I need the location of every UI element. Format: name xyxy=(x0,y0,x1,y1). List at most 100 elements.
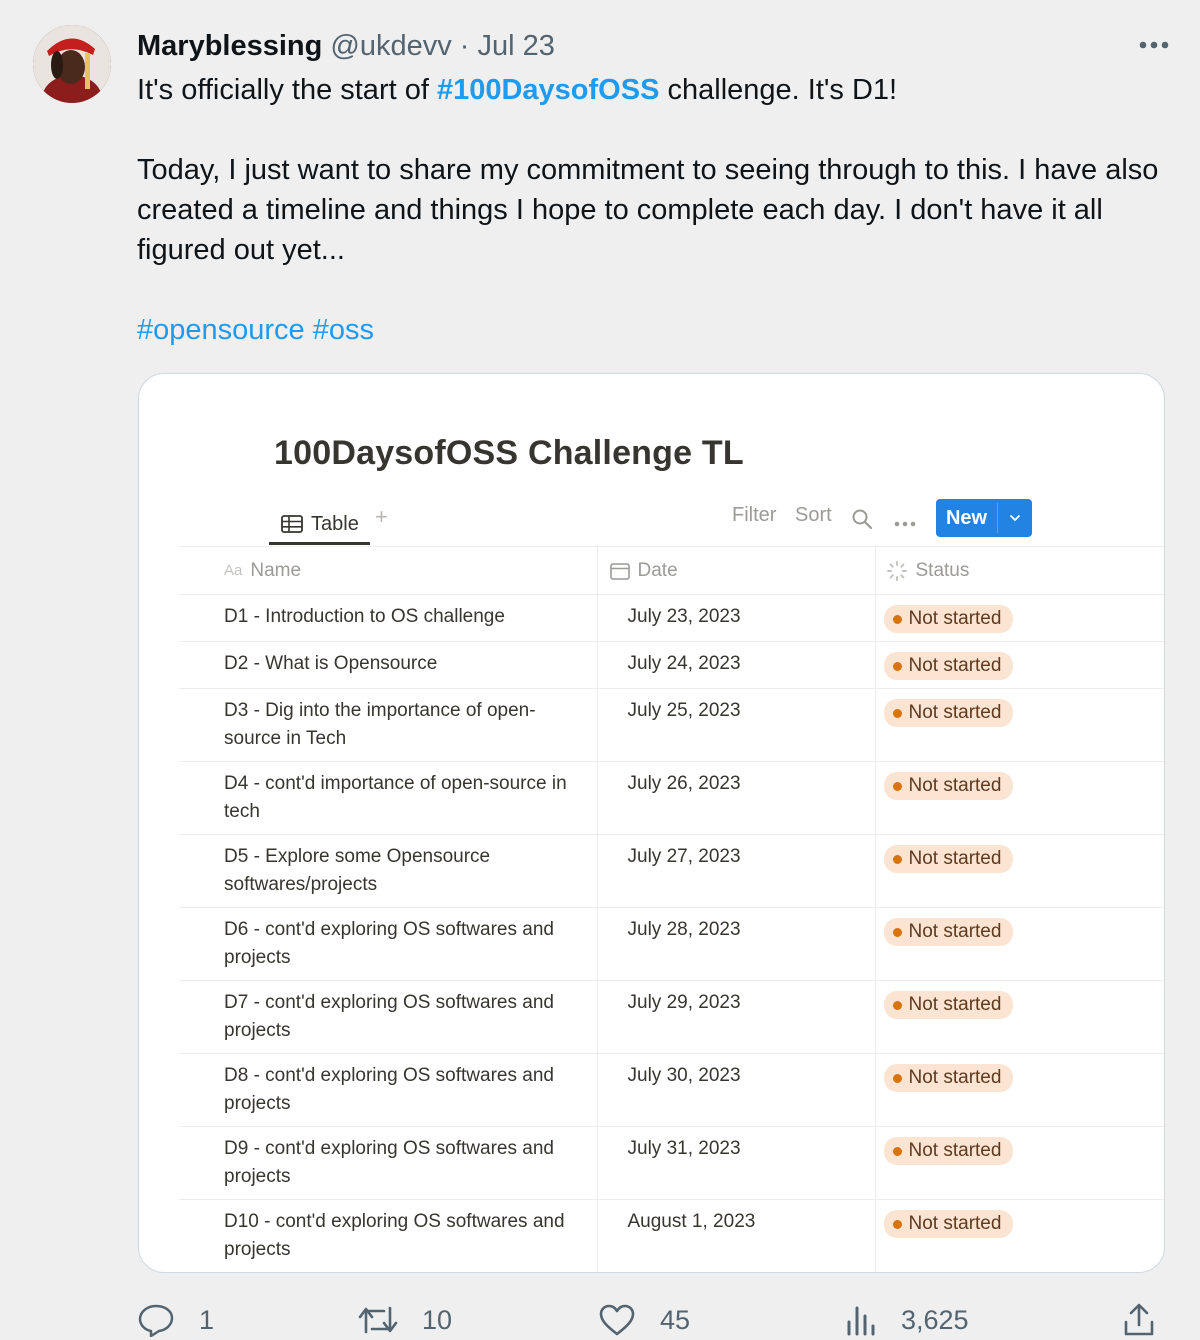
table-row[interactable]: D5 - Explore some Opensource softwares/p… xyxy=(179,834,1164,908)
hashtag-opensource[interactable]: #opensource xyxy=(137,314,305,346)
row-name[interactable]: D5 - Explore some Opensource softwares/p… xyxy=(179,834,597,908)
column-header-date[interactable]: Date xyxy=(596,546,875,595)
share-button[interactable] xyxy=(1122,1300,1156,1340)
column-header-name[interactable]: Aa Name xyxy=(179,546,597,595)
tweet-media-card[interactable]: 100DaysofOSS Challenge TL Table + Filter… xyxy=(138,373,1165,1273)
row-status[interactable]: Not started xyxy=(874,688,1164,762)
status-label: Not started xyxy=(908,1067,1002,1088)
status-dot xyxy=(892,781,902,791)
reply-icon xyxy=(138,1304,174,1337)
view-tab-label: Table xyxy=(311,512,359,535)
row-status[interactable]: Not started xyxy=(874,1053,1164,1127)
tweet-hashtags: #opensource #oss xyxy=(137,310,1177,350)
row-date[interactable]: July 25, 2023 xyxy=(596,688,875,762)
row-status[interactable]: Not started xyxy=(874,1126,1164,1200)
status-dot xyxy=(892,708,902,718)
table-header-row: Aa Name Date Status xyxy=(179,546,1164,595)
status-label: Not started xyxy=(908,655,1002,676)
status-badge: Not started xyxy=(883,772,1014,800)
row-name[interactable]: D1 - Introduction to OS challenge xyxy=(179,594,597,642)
row-name[interactable]: D9 - cont'd exploring OS softwares and p… xyxy=(179,1126,597,1200)
row-date[interactable]: July 30, 2023 xyxy=(596,1053,875,1127)
tweet-paragraph-2: Today, I just want to share my commitmen… xyxy=(137,154,1159,266)
separator: · xyxy=(459,30,470,62)
status-label: Not started xyxy=(908,608,1002,629)
views-button[interactable]: 3,625 xyxy=(845,1300,969,1340)
row-status[interactable]: Not started xyxy=(874,1199,1164,1272)
row-date[interactable]: July 24, 2023 xyxy=(596,641,875,689)
tweet-header: Maryblessing @ukdevv · Jul 23 xyxy=(137,27,555,65)
table-row[interactable]: D2 - What is Opensource July 24, 2023 No… xyxy=(179,641,1164,689)
table-row[interactable]: D9 - cont'd exploring OS softwares and p… xyxy=(179,1126,1164,1200)
retweet-count: 10 xyxy=(422,1304,453,1335)
new-button[interactable]: New xyxy=(936,499,1032,537)
status-label: Not started xyxy=(908,1213,1002,1234)
row-status[interactable]: Not started xyxy=(874,834,1164,908)
row-name[interactable]: D8 - cont'd exploring OS softwares and p… xyxy=(179,1053,597,1127)
status-dot xyxy=(892,1146,902,1156)
retweet-button[interactable]: 10 xyxy=(358,1300,452,1340)
table-row[interactable]: D4 - cont'd importance of open-source in… xyxy=(179,761,1164,835)
tweet-date[interactable]: Jul 23 xyxy=(478,30,555,62)
row-name[interactable]: D7 - cont'd exploring OS softwares and p… xyxy=(179,980,597,1054)
row-name[interactable]: D6 - cont'd exploring OS softwares and p… xyxy=(179,907,597,981)
row-name[interactable]: D4 - cont'd importance of open-source in… xyxy=(179,761,597,835)
new-button-label: New xyxy=(945,506,988,529)
view-tab-table[interactable]: Table xyxy=(281,506,359,542)
status-badge: Not started xyxy=(883,918,1014,946)
row-date[interactable]: July 23, 2023 xyxy=(596,594,875,642)
row-status[interactable]: Not started xyxy=(874,594,1164,642)
add-view-button[interactable]: + xyxy=(375,504,388,530)
row-date[interactable]: July 29, 2023 xyxy=(596,980,875,1054)
status-dot xyxy=(892,1073,902,1083)
database-more-button[interactable] xyxy=(894,514,916,532)
table-row[interactable]: D3 - Dig into the importance of open-sou… xyxy=(179,688,1164,762)
like-button[interactable]: 45 xyxy=(598,1300,690,1340)
row-status[interactable]: Not started xyxy=(874,641,1164,689)
status-badge: Not started xyxy=(883,605,1014,633)
column-header-status-label: Status xyxy=(915,559,970,581)
search-button[interactable] xyxy=(851,508,873,535)
row-name[interactable]: D10 - cont'd exploring OS softwares and … xyxy=(179,1199,597,1272)
table-row[interactable]: D8 - cont'd exploring OS softwares and p… xyxy=(179,1053,1164,1127)
table-row[interactable]: D7 - cont'd exploring OS softwares and p… xyxy=(179,980,1164,1054)
active-tab-underline xyxy=(269,542,370,545)
status-dot xyxy=(892,614,902,624)
more-options-button[interactable] xyxy=(1134,30,1174,60)
table-row[interactable]: D6 - cont'd exploring OS softwares and p… xyxy=(179,907,1164,981)
tweet-text-span: challenge. It's D1! xyxy=(667,74,898,106)
sort-button[interactable]: Sort xyxy=(795,504,832,527)
new-dropdown-button[interactable] xyxy=(998,499,1032,537)
reply-count: 1 xyxy=(199,1304,215,1335)
hashtag-oss[interactable]: #oss xyxy=(313,314,374,346)
status-badge: Not started xyxy=(883,1064,1014,1092)
row-name[interactable]: D2 - What is Opensource xyxy=(179,641,597,689)
reply-button[interactable]: 1 xyxy=(137,1300,214,1340)
row-name[interactable]: D3 - Dig into the importance of open-sou… xyxy=(179,688,597,762)
status-label: Not started xyxy=(908,775,1002,796)
column-header-status[interactable]: Status xyxy=(874,546,1164,595)
row-date[interactable]: July 28, 2023 xyxy=(596,907,875,981)
row-status[interactable]: Not started xyxy=(874,907,1164,981)
hashtag-100daysofoss[interactable]: #100DaysofOSS xyxy=(437,74,659,106)
row-date[interactable]: July 26, 2023 xyxy=(596,761,875,835)
filter-button[interactable]: Filter xyxy=(732,504,776,527)
column-header-date-label: Date xyxy=(637,559,678,581)
row-status[interactable]: Not started xyxy=(874,980,1164,1054)
status-badge: Not started xyxy=(883,699,1014,727)
user-handle[interactable]: @ukdevv xyxy=(330,30,451,62)
display-name[interactable]: Maryblessing xyxy=(137,30,322,62)
table-row[interactable]: D1 - Introduction to OS challenge July 2… xyxy=(179,594,1164,642)
status-label: Not started xyxy=(908,1140,1002,1161)
status-badge: Not started xyxy=(883,991,1014,1019)
row-date[interactable]: July 31, 2023 xyxy=(596,1126,875,1200)
avatar[interactable] xyxy=(33,25,111,103)
row-date[interactable]: August 1, 2023 xyxy=(596,1199,875,1272)
row-date[interactable]: July 27, 2023 xyxy=(596,834,875,908)
row-status[interactable]: Not started xyxy=(874,761,1164,835)
status-dot xyxy=(892,1000,902,1010)
status-label: Not started xyxy=(908,848,1002,869)
views-icon xyxy=(847,1306,875,1336)
status-dot xyxy=(892,1219,902,1229)
table-row[interactable]: D10 - cont'd exploring OS softwares and … xyxy=(179,1199,1164,1272)
